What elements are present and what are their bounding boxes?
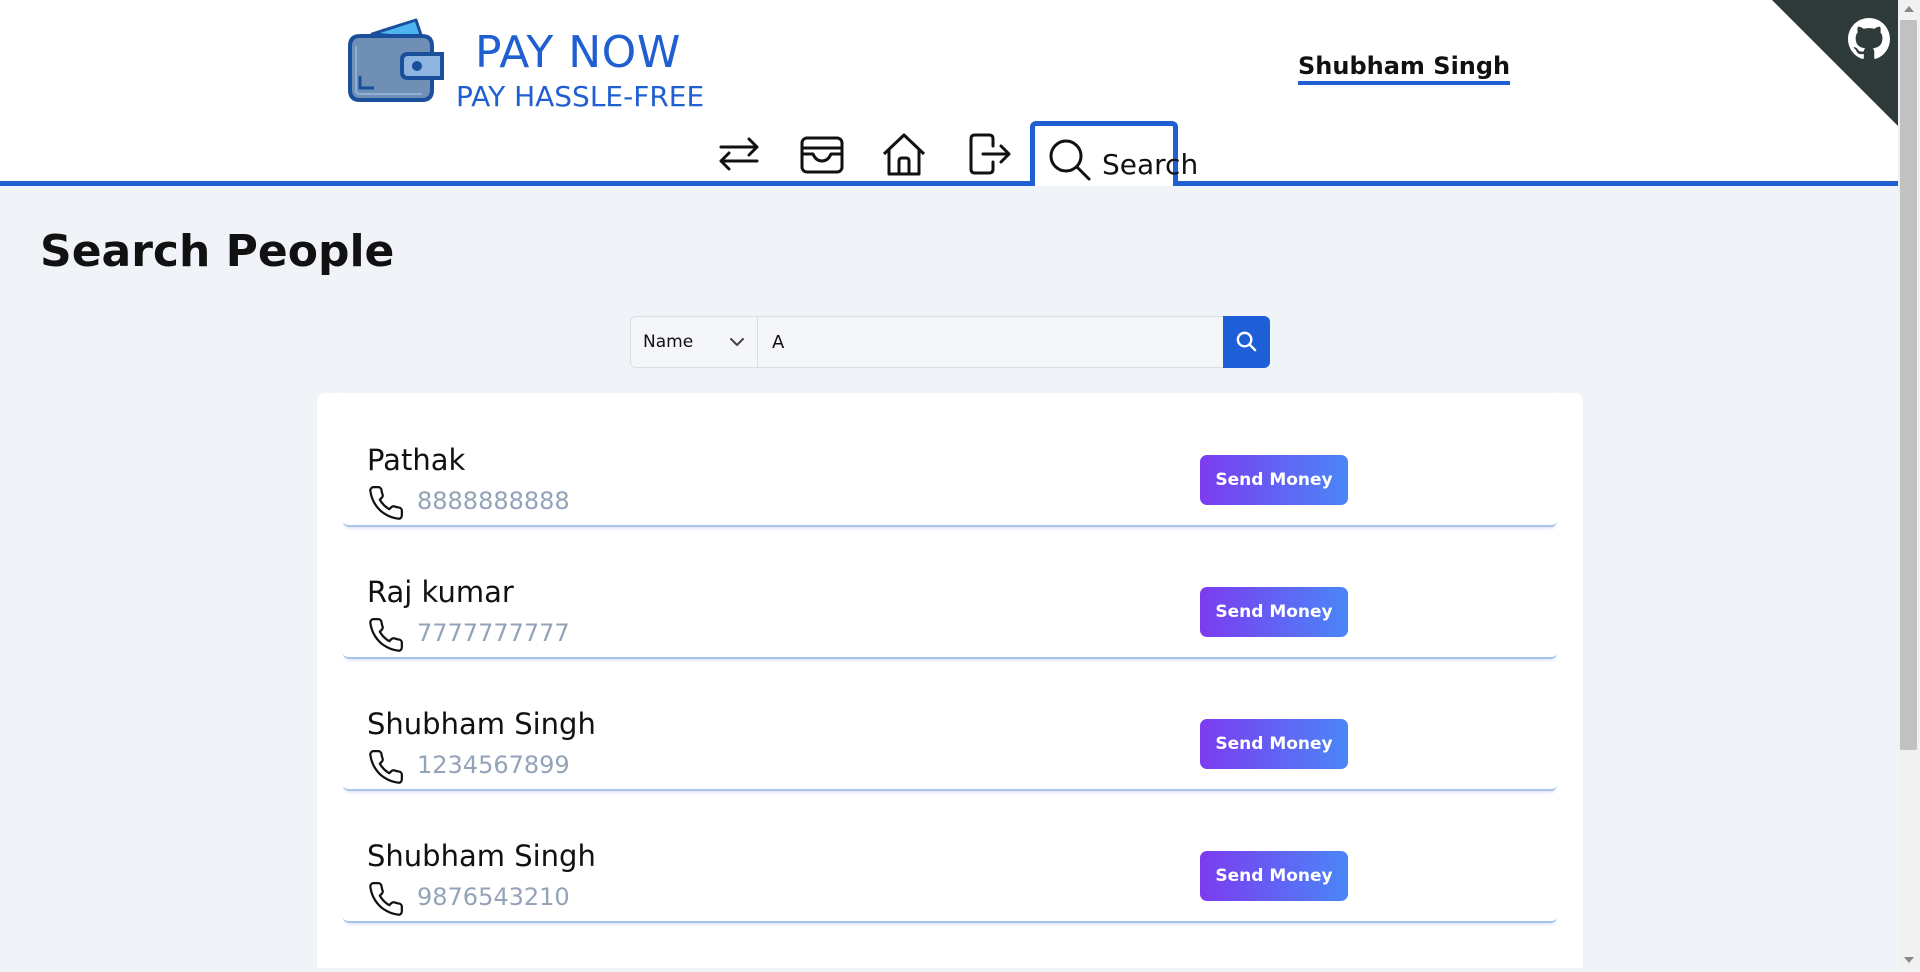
result-phone: 1234567899 xyxy=(417,751,570,779)
result-phone: 9876543210 xyxy=(417,883,570,911)
result-name: Raj kumar xyxy=(367,575,514,609)
phone-icon xyxy=(369,618,403,652)
github-icon[interactable] xyxy=(1848,18,1890,60)
search-button[interactable] xyxy=(1223,316,1270,368)
logout-icon[interactable] xyxy=(965,130,1013,178)
username-link[interactable]: Shubham Singh xyxy=(1298,52,1511,85)
app-header: PAY NOW PAY HASSLE-FREE Shubham Singh Se… xyxy=(0,0,1898,186)
list-item: Pathak 8888888888 Send Money xyxy=(343,393,1557,527)
brand-tagline: PAY HASSLE-FREE xyxy=(456,80,705,113)
wallet-outline-icon[interactable] xyxy=(798,130,846,178)
page-title: Search People xyxy=(40,226,395,277)
tab-search[interactable]: Search xyxy=(1030,121,1198,186)
search-input[interactable] xyxy=(758,316,1224,368)
list-item: Shubham Singh 1234567899 Send Money xyxy=(343,657,1557,791)
brand-title: PAY NOW xyxy=(475,27,681,78)
chevron-down-icon xyxy=(730,338,744,346)
tab-search-label: Search xyxy=(1102,148,1199,181)
list-item: Raj kumar 7777777777 Send Money xyxy=(343,525,1557,659)
search-icon xyxy=(1236,331,1257,352)
send-money-button[interactable]: Send Money xyxy=(1200,851,1348,901)
transfer-arrows-icon[interactable] xyxy=(715,130,763,178)
result-name: Shubham Singh xyxy=(367,839,596,873)
results-list: Pathak 8888888888 Send Money Raj kumar 7… xyxy=(317,393,1583,968)
search-filter-value: Name xyxy=(643,332,694,352)
page: PAY NOW PAY HASSLE-FREE Shubham Singh Se… xyxy=(0,0,1898,968)
result-name: Pathak xyxy=(367,443,466,477)
phone-icon xyxy=(369,486,403,520)
phone-icon xyxy=(369,882,403,916)
search-icon xyxy=(1049,139,1091,181)
send-money-button[interactable]: Send Money xyxy=(1200,587,1348,637)
scroll-up-arrow-icon[interactable] xyxy=(1904,6,1914,12)
scrollbar-thumb[interactable] xyxy=(1900,20,1917,750)
result-phone: 7777777777 xyxy=(417,619,570,647)
vertical-scrollbar[interactable] xyxy=(1898,0,1920,972)
list-item: Shubham Singh 9876543210 Send Money xyxy=(343,789,1557,923)
home-icon[interactable] xyxy=(880,130,928,178)
result-name: Shubham Singh xyxy=(367,707,596,741)
search-filter-select[interactable]: Name xyxy=(630,316,758,368)
send-money-button[interactable]: Send Money xyxy=(1200,455,1348,505)
phone-icon xyxy=(369,750,403,784)
result-phone: 8888888888 xyxy=(417,487,570,515)
scroll-down-arrow-icon[interactable] xyxy=(1904,957,1914,963)
wallet-icon[interactable] xyxy=(346,16,446,106)
send-money-button[interactable]: Send Money xyxy=(1200,719,1348,769)
